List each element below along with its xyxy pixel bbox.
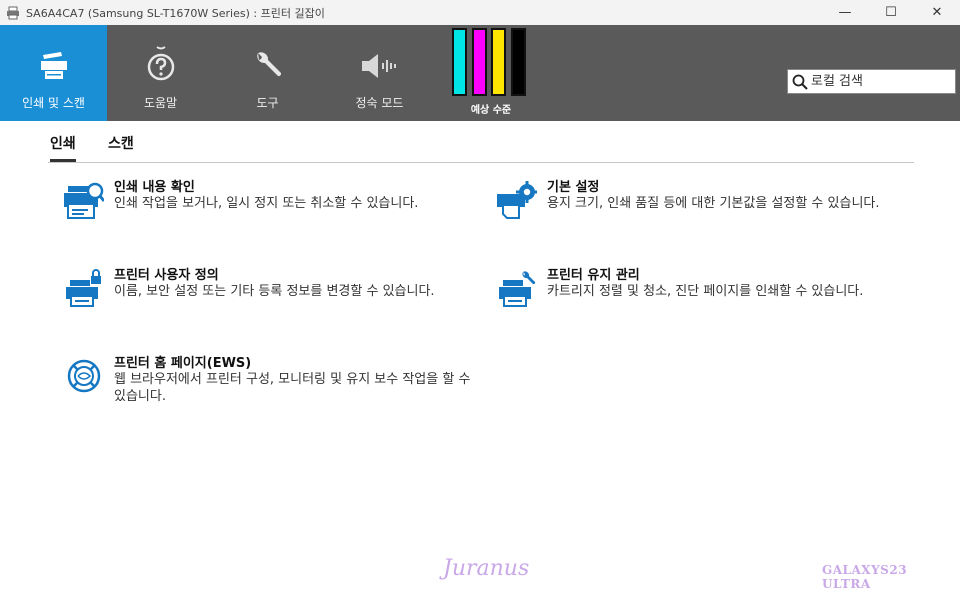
ink-black <box>511 28 526 96</box>
wrench-icon <box>256 52 281 77</box>
nav-label-print-scan: 인쇄 및 스캔 <box>22 96 85 110</box>
nav-label-help: 도움말 <box>143 96 178 110</box>
nav-print-scan[interactable]: 인쇄 및 스캔 <box>0 25 107 121</box>
watermark-device: GALAXYS23 ULTRA <box>822 563 908 591</box>
print-queue-icon <box>64 182 104 219</box>
printer-app-icon <box>7 6 19 19</box>
ink-cyan <box>452 28 467 96</box>
printer-settings-icon <box>497 181 537 219</box>
ink-yellow <box>491 28 506 96</box>
maximize-button[interactable]: ☐ <box>868 0 914 25</box>
window-title: SA6A4CA7 (Samsung SL-T1670W Series) : 프린… <box>26 6 325 20</box>
printer-scan-icon <box>40 52 67 79</box>
close-button[interactable]: ✕ <box>914 0 960 25</box>
watermark-signature: Juranus <box>443 556 530 581</box>
ink-levels-label: 예상 수준 <box>470 105 512 116</box>
tab-print[interactable]: 인쇄 <box>50 133 76 162</box>
search-input[interactable] <box>811 74 951 89</box>
search-icon <box>792 74 808 90</box>
card-title: 기본 설정 <box>547 180 600 195</box>
printer-lock-icon <box>66 269 101 307</box>
help-icon <box>147 46 174 81</box>
card-description: 이름, 보안 설정 또는 기타 등록 정보를 변경할 수 있습니다. <box>114 284 435 299</box>
ink-magenta <box>472 28 487 96</box>
card-description: 인쇄 작업을 보거나, 일시 정지 또는 취소할 수 있습니다. <box>114 196 419 211</box>
printer-maintenance-icon <box>499 271 536 307</box>
nav-quiet-mode[interactable]: 정숙 모드 <box>326 25 433 121</box>
card-title: 인쇄 내용 확인 <box>114 180 195 195</box>
nav-label-tools: 도구 <box>256 96 279 110</box>
tab-scan[interactable]: 스캔 <box>108 133 134 159</box>
window-titlebar: SA6A4CA7 (Samsung SL-T1670W Series) : 프린… <box>0 0 960 25</box>
card-description: 웹 브라우저에서 프린터 구성, 모니터링 및 유지 보수 작업을 할 수 있습… <box>114 372 471 404</box>
nav-label-quiet-mode: 정숙 모드 <box>355 96 404 110</box>
nav-help[interactable]: 도움말 <box>107 25 214 121</box>
top-nav-bar: 인쇄 및 스캔 도움말 도구 정숙 모드 예상 수준 로컬 검색 <box>0 25 960 121</box>
tab-bar: 인쇄 스캔 <box>48 133 914 163</box>
search-box[interactable] <box>787 69 956 94</box>
card-title: 프린터 사용자 정의 <box>114 268 219 283</box>
card-title: 프린터 유지 관리 <box>547 268 640 283</box>
minimize-button[interactable]: — <box>822 0 868 25</box>
card-description: 카트리지 정렬 및 청소, 진단 페이지를 인쇄할 수 있습니다. <box>547 284 864 299</box>
card-title: 프린터 홈 페이지(EWS) <box>114 356 252 371</box>
speaker-icon <box>361 54 396 78</box>
web-globe-icon <box>67 359 101 393</box>
card-description: 용지 크기, 인쇄 품질 등에 대한 기본값을 설정할 수 있습니다. <box>547 196 880 211</box>
nav-tools[interactable]: 도구 <box>214 25 321 121</box>
